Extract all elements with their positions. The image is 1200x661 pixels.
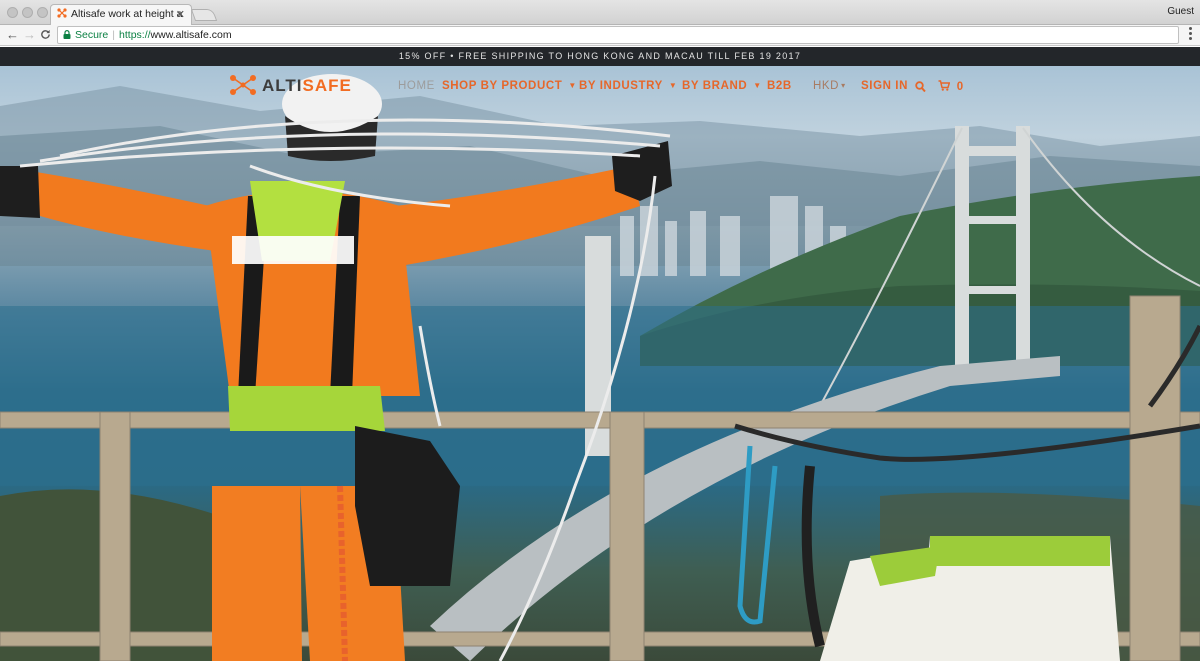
tab-close-icon[interactable]: ✕ — [176, 8, 185, 21]
chevron-down-icon: ▼ — [568, 81, 577, 90]
profile-label[interactable]: Guest — [1167, 6, 1194, 17]
browser-toolbar: ← → Secure | https://www.altisafe.com — [0, 25, 1200, 46]
search-icon[interactable] — [915, 80, 926, 98]
cart-button[interactable]: 0 — [938, 80, 964, 93]
logo-mark-icon — [230, 75, 256, 95]
nav-shop-by-product[interactable]: SHOP BY PRODUCT ▼ — [442, 80, 577, 92]
nav-b2b[interactable]: B2B — [767, 80, 792, 92]
chevron-down-icon: ▼ — [668, 81, 678, 90]
nav-by-industry[interactable]: BY INDUSTRY ▼ — [579, 80, 677, 92]
logo-text-safe: SAFE — [302, 76, 352, 95]
altisafe-favicon-icon — [57, 8, 67, 18]
browser-tab[interactable]: Altisafe work at height and pe ✕ — [50, 4, 192, 25]
nav-by-brand[interactable]: BY BRAND ▼ — [682, 80, 762, 92]
url-protocol: https:// — [119, 29, 151, 41]
chevron-down-icon: ▾ — [841, 81, 846, 90]
browser-tab-bar: Altisafe work at height and pe ✕ Guest — [0, 0, 1200, 25]
forward-arrow-icon[interactable]: → — [23, 27, 36, 43]
url-bar[interactable]: Secure | https://www.altisafe.com — [57, 26, 1179, 44]
window-minimize-button[interactable] — [22, 7, 33, 18]
currency-label: HKD — [813, 80, 840, 92]
new-tab-button[interactable] — [190, 9, 218, 21]
secure-label: Secure — [75, 29, 109, 41]
nav-by-brand-label: BY BRAND — [682, 80, 748, 92]
cart-icon — [938, 80, 951, 91]
tab-title: Altisafe work at height and pe — [71, 8, 183, 20]
nav-by-industry-label: BY INDUSTRY — [579, 80, 663, 92]
url-host: www.altisafe.com — [150, 29, 232, 41]
currency-selector[interactable]: HKD ▾ — [813, 80, 846, 92]
hero-image — [0, 66, 1200, 661]
reload-icon[interactable] — [40, 27, 51, 43]
browser-menu-icon[interactable] — [1189, 27, 1193, 41]
chevron-down-icon: ▼ — [753, 81, 762, 90]
cart-count: 0 — [956, 81, 964, 93]
hero-scene — [0, 74, 1200, 661]
nav-shop-by-product-label: SHOP BY PRODUCT — [442, 80, 563, 92]
lock-icon — [63, 30, 71, 39]
promo-banner: 15% OFF • FREE SHIPPING TO HONG KONG AND… — [0, 47, 1200, 66]
window-zoom-button[interactable] — [37, 7, 48, 18]
window-close-button[interactable] — [7, 7, 18, 18]
back-arrow-icon[interactable]: ← — [6, 27, 19, 43]
logo-text-alti: ALTI — [262, 76, 303, 95]
nav-home[interactable]: HOME — [398, 80, 435, 92]
nav-sign-in[interactable]: SIGN IN — [861, 80, 908, 92]
